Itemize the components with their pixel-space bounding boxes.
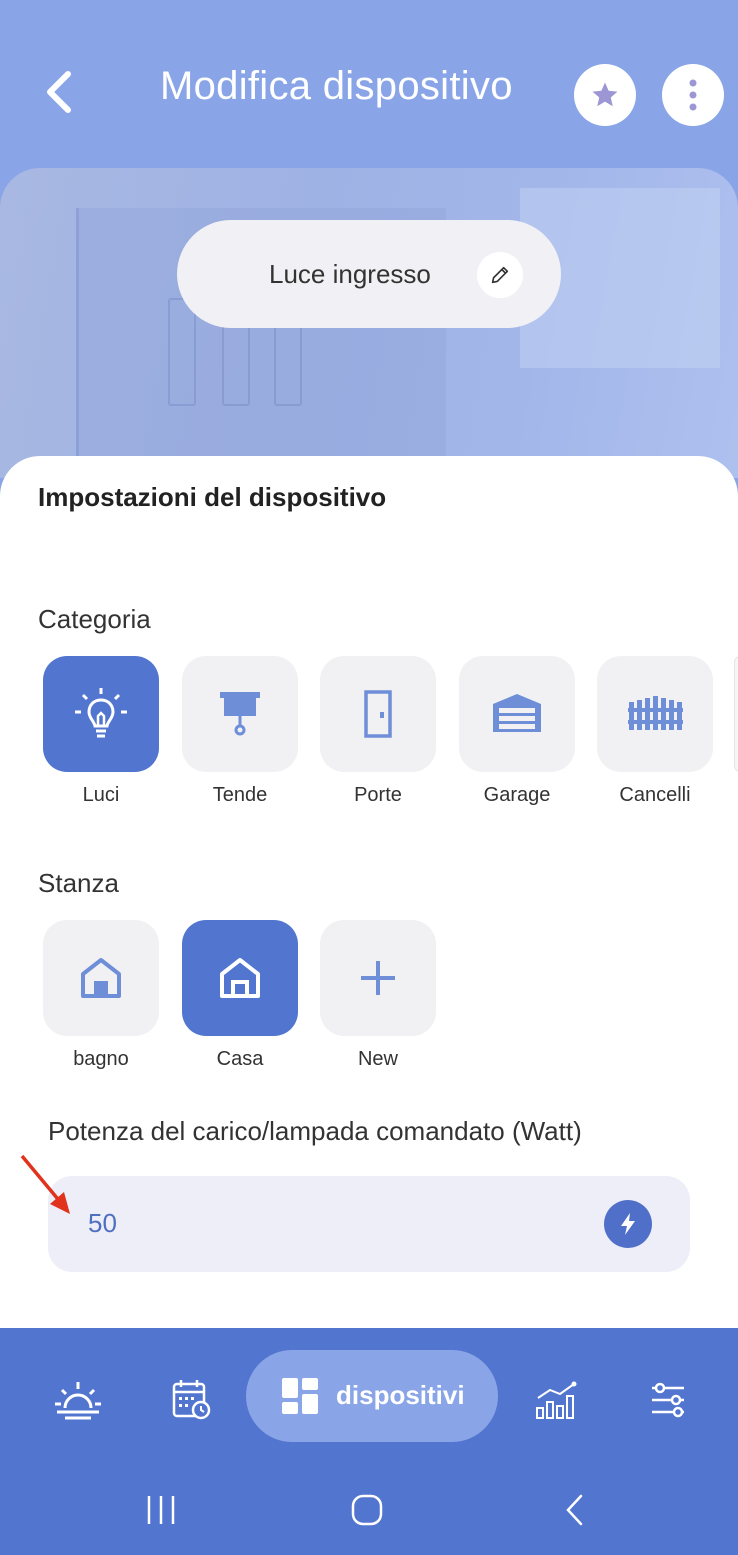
system-back-button[interactable] [550,1488,600,1532]
recent-apps-icon [147,1496,175,1524]
room-tile-casa[interactable] [182,920,298,1036]
more-options-button[interactable] [662,64,724,126]
device-name-pill[interactable]: Luce ingresso [177,220,561,328]
category-tile-porte[interactable] [320,656,436,772]
lightning-icon [621,1213,635,1235]
room-tile-bagno[interactable] [43,920,159,1036]
nav-active-label: dispositivi [336,1380,465,1410]
recent-apps-button[interactable] [136,1488,186,1532]
lightbulb-icon [75,688,127,738]
system-navigation-bar [0,1468,738,1555]
favorite-button[interactable] [574,64,636,126]
photo-switch [168,298,196,406]
curtain-icon [220,692,260,736]
nav-item-schedule[interactable] [164,1372,220,1428]
back-button[interactable] [34,62,84,122]
garage-icon [493,694,541,732]
room-label-casa: Casa [216,1048,264,1070]
category-label-cancelli: Cancelli [619,784,691,806]
room-label-new: New [357,1048,398,1070]
settings-sheet: Impostazioni del dispositivo Categoria L… [0,456,738,1336]
device-name: Luce ingresso [269,258,431,289]
category-label-tende: Tende [212,784,268,806]
category-tile-garage[interactable] [459,656,575,772]
category-tile-partial[interactable] [734,656,738,772]
bar-chart-icon [536,1381,577,1419]
nav-item-statistics[interactable] [528,1372,584,1428]
power-value: 50 [88,1208,117,1238]
app-header: Modifica dispositivo [0,0,738,170]
calendar-clock-icon [172,1380,211,1420]
home-icon [81,958,121,998]
home-icon [220,958,260,998]
sliders-icon [652,1382,684,1418]
gate-icon [628,696,683,730]
more-vertical-icon [689,79,697,111]
category-tile-tende[interactable] [182,656,298,772]
category-label-luci: Luci [82,784,120,806]
edit-name-button[interactable] [477,252,523,298]
settings-title: Impostazioni del dispositivo [38,482,387,512]
chevron-left-icon [566,1494,583,1526]
home-button[interactable] [342,1488,392,1532]
room-label-bagno: bagno [73,1048,129,1070]
bottom-navigation: dispositivi [0,1328,738,1468]
pencil-icon [491,266,509,284]
room-tile-new[interactable] [320,920,436,1036]
power-bolt-button[interactable] [604,1200,652,1248]
room-label: Stanza [38,868,119,898]
category-label-garage: Garage [483,784,551,806]
power-input[interactable]: 50 [48,1176,690,1272]
sunrise-icon [55,1382,101,1420]
category-tile-luci[interactable] [43,656,159,772]
chevron-left-icon [47,71,71,113]
door-icon [364,690,392,738]
annotation-arrow-icon [20,1154,70,1214]
star-icon [592,82,618,107]
nav-item-devices[interactable]: dispositivi [246,1350,498,1442]
category-label: Categoria [38,604,151,634]
power-label: Potenza del carico/lampada comandato (Wa… [48,1116,582,1146]
plus-icon [361,961,395,995]
category-tile-cancelli[interactable] [597,656,713,772]
nav-item-scenes[interactable] [50,1372,106,1428]
dashboard-grid-icon [282,1378,318,1414]
nav-item-settings[interactable] [640,1372,696,1428]
category-label-porte: Porte [354,784,402,806]
page-title: Modifica dispositivo [160,64,513,108]
home-circle-icon [351,1494,383,1526]
